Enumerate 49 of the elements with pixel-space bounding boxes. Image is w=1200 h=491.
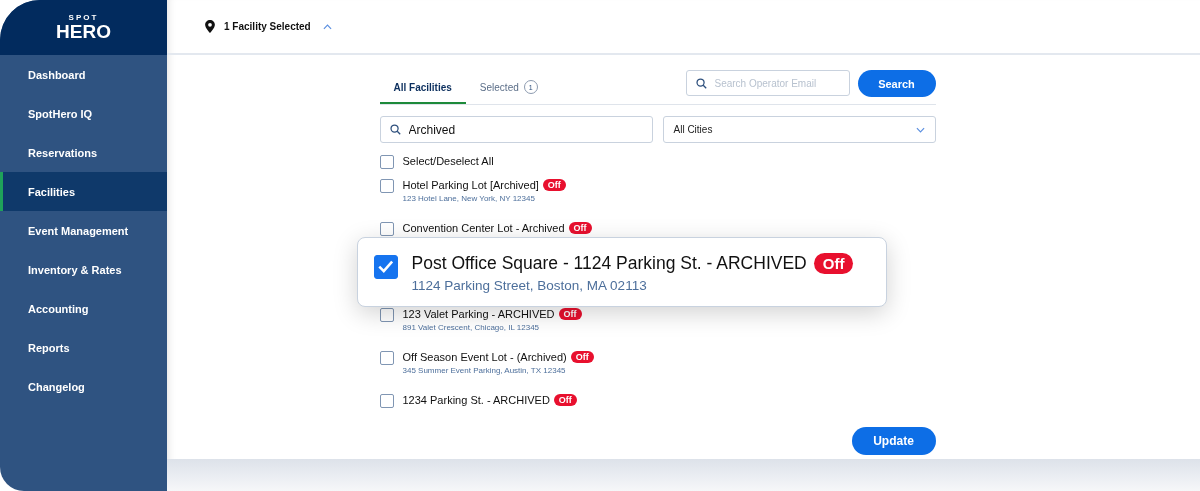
facility-name: 1234 Parking St. - ARCHIVED: [402, 394, 550, 406]
chevron-icon: [915, 126, 925, 133]
status-badge: Off: [813, 253, 854, 274]
facility-address: 1124 Parking Street, Boston, MA 02113: [411, 278, 648, 293]
location-pin-icon: [205, 20, 215, 33]
checkbox[interactable]: [379, 351, 394, 365]
checkbox[interactable]: [373, 255, 398, 279]
search-button[interactable]: Search: [857, 70, 936, 97]
status-badge: Off: [558, 308, 582, 320]
status-badge: Off: [570, 351, 594, 363]
sidebar-item[interactable]: Reports: [0, 328, 167, 367]
checkbox[interactable]: [379, 394, 394, 408]
search-field[interactable]: Search Operator Email: [685, 70, 850, 96]
search-field[interactable]: Archived: [379, 116, 653, 143]
checkmark-icon: [377, 259, 394, 275]
chevron-icon[interactable]: [322, 23, 332, 30]
facility-name: 123 Valet Parking - ARCHIVED: [402, 308, 555, 320]
search-icon: [695, 77, 707, 89]
facility-card[interactable]: Post Office Square - 1124 Parking St. - ARCHIVED Off 1124 Parking Street, Boston, MA 02113: [356, 237, 887, 307]
facility-name: Hotel Parking Lot [Archived]: [402, 179, 539, 191]
sidebar-item[interactable]: Facilities: [0, 172, 167, 211]
checkbox[interactable]: [379, 308, 394, 322]
sidebar-item[interactable]: Reservations: [0, 133, 167, 172]
status-badge: Off: [553, 394, 577, 406]
sidebar-item[interactable]: SpotHero IQ: [0, 94, 167, 133]
facility-address: 345 Summer Event Parking, Austin, TX 12345: [402, 366, 567, 375]
facility-address: 891 Valet Crescent, Chicago, IL 12345: [402, 323, 541, 332]
checkbox[interactable]: [379, 155, 394, 169]
facility-selector[interactable]: 1 Facility Selected: [224, 21, 311, 32]
facility-address: 123 Hotel Lane, New York, NY 12345: [402, 194, 536, 203]
search-icon: [389, 124, 401, 135]
checkbox-label: Select/Deselect All: [402, 155, 494, 167]
city-dropdown[interactable]: All Cities: [662, 116, 936, 143]
sidebar-item[interactable]: Inventory & Rates: [0, 250, 167, 289]
tab[interactable]: All Facilities: [379, 70, 466, 104]
facility-name: Off Season Event Lot - (Archived): [402, 351, 567, 363]
update-button[interactable]: Update: [851, 427, 936, 455]
logo-text: SPOT: [68, 13, 99, 22]
facility-name: Post Office Square - 1124 Parking St. - ARCHIVED: [411, 253, 807, 274]
sidebar-item[interactable]: Changelog: [0, 367, 167, 406]
facility-name: Convention Center Lot - Archived: [402, 222, 565, 234]
checkbox[interactable]: [379, 222, 394, 236]
sidebar-item[interactable]: Dashboard: [0, 55, 167, 94]
sidebar-item[interactable]: Accounting: [0, 289, 167, 328]
checkbox[interactable]: [379, 179, 394, 193]
status-badge: Off: [542, 179, 566, 191]
status-badge: Off: [568, 222, 592, 234]
logo-text: HERO: [56, 22, 111, 42]
sidebar-item[interactable]: Event Management: [0, 211, 167, 250]
